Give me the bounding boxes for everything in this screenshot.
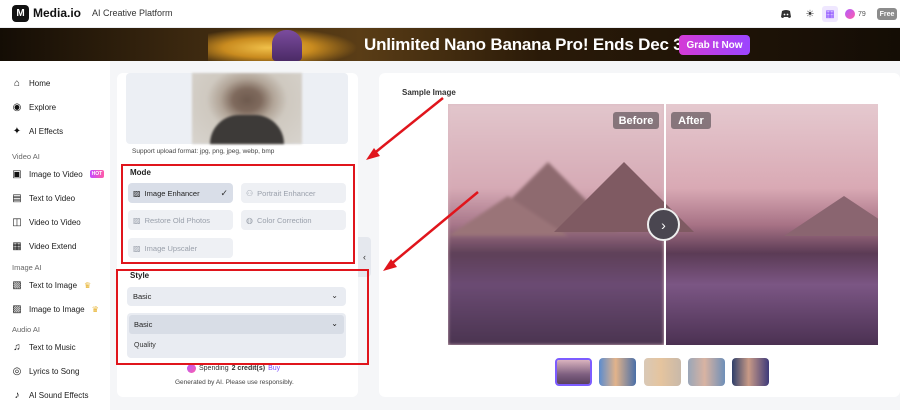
mountain-shape — [448, 196, 568, 236]
preview-panel: Sample Image Before After › — [379, 73, 900, 397]
banner-text: Unlimited Nano Banana Pro! Ends Dec 31. — [364, 35, 697, 54]
image-video-icon: ▣ — [12, 168, 22, 180]
sidebar-item-text-to-music[interactable]: ♫ Text to Music — [12, 339, 76, 355]
brand-name[interactable]: Media.io — [33, 6, 81, 20]
arrow-head-1 — [366, 148, 380, 160]
image-image-icon: ▨ — [12, 303, 22, 315]
text-image-icon: ▧ — [12, 279, 22, 291]
sidebar-item-ai-sound-effects[interactable]: ♪ AI Sound Effects — [12, 387, 89, 403]
sidebar-item-label: Text to Music — [29, 342, 76, 352]
thumbnail-image — [599, 358, 636, 386]
sidebar-item-explore[interactable]: ◉ Explore — [12, 99, 57, 115]
section-audio-ai: Audio AI — [12, 325, 40, 334]
section-video-ai: Video AI — [12, 152, 40, 161]
credits-value: 79 — [858, 10, 866, 18]
thumbnail-image — [688, 358, 725, 386]
top-bar: M Media.io AI Creative Platform ☀ ▦ 79 F… — [0, 0, 900, 28]
sound-icon: ♪ — [14, 389, 20, 401]
thumbnail-4[interactable] — [688, 358, 725, 386]
free-badge: Free — [877, 8, 897, 20]
credit-icon — [187, 364, 196, 373]
spending-prefix: Spending — [199, 365, 229, 372]
banner-character — [272, 30, 302, 61]
sun-icon[interactable]: ☀ — [802, 6, 818, 22]
sparkle-icon: ✦ — [12, 125, 22, 137]
thumbnail-3[interactable] — [644, 358, 681, 386]
sidebar-item-label: AI Sound Effects — [29, 390, 89, 400]
mountain-shape — [784, 196, 878, 236]
generated-note: Generated by AI. Please use responsibly. — [175, 379, 294, 386]
thumbnail-image — [644, 358, 681, 386]
chevron-left-icon: ‹ — [363, 252, 366, 262]
chevron-right-icon: › — [661, 216, 666, 233]
sidebar-item-label: Home — [29, 78, 51, 88]
hot-badge: HOT — [89, 170, 105, 178]
platform-label: AI Creative Platform — [92, 8, 173, 18]
thumbnail-1[interactable] — [555, 358, 592, 386]
sidebar-item-label: Video Extend — [29, 241, 77, 251]
before-label: Before — [613, 112, 659, 129]
lyrics-icon: ◎ — [12, 365, 22, 377]
sidebar-item-label: Lyrics to Song — [29, 366, 80, 376]
sample-image-title: Sample Image — [402, 88, 456, 97]
sidebar-item-video-extend[interactable]: ▦ Video Extend — [12, 238, 76, 254]
thumbnail-image — [732, 358, 769, 386]
sidebar-item-label: Image to Video — [29, 169, 83, 179]
sidebar-item-lyrics-to-song[interactable]: ◎ Lyrics to Song — [12, 363, 80, 379]
compare-slider-handle[interactable]: › — [647, 208, 680, 241]
style-highlight-box — [116, 269, 369, 365]
sidebar-item-video-to-video[interactable]: ◫ Video to Video — [12, 214, 81, 230]
section-image-ai: Image AI — [12, 263, 42, 272]
sidebar-item-image-to-image[interactable]: ▨ Image to Image ♛ — [12, 301, 99, 317]
thumbnail-image — [557, 360, 590, 384]
credits-counter[interactable]: 79 — [845, 5, 871, 23]
gift-icon[interactable]: ▦ — [822, 6, 838, 22]
video-video-icon: ◫ — [12, 216, 22, 228]
video-extend-icon: ▦ — [12, 240, 22, 252]
sidebar-item-label: Text to Video — [29, 193, 76, 203]
sidebar-item-ai-effects[interactable]: ✦ AI Effects — [12, 123, 63, 139]
sidebar-item-label: Video to Video — [29, 217, 81, 227]
upload-area[interactable] — [126, 73, 348, 144]
home-icon: ⌂ — [13, 77, 21, 89]
crown-icon: ♛ — [91, 304, 99, 314]
grab-it-now-button[interactable]: Grab It Now — [679, 35, 750, 55]
sidebar-item-text-to-video[interactable]: ▤ Text to Video — [12, 190, 75, 206]
sidebar-item-label: Image to Image — [29, 304, 85, 314]
promo-banner[interactable]: Unlimited Nano Banana Pro! Ends Dec 31. … — [0, 28, 900, 61]
thumbnail-2[interactable] — [599, 358, 636, 386]
text-video-icon: ▤ — [12, 192, 22, 204]
thumbnail-5[interactable] — [732, 358, 769, 386]
spending-amount: 2 credit(s) — [231, 365, 266, 372]
sidebar-item-text-to-image[interactable]: ▧ Text to Image ♛ — [12, 277, 91, 293]
music-icon: ♫ — [13, 341, 21, 353]
before-after-compare[interactable]: Before After › — [448, 104, 878, 345]
discord-icon[interactable] — [778, 6, 794, 22]
after-image — [554, 104, 878, 345]
sidebar-item-label: AI Effects — [29, 126, 64, 136]
sidebar-item-home[interactable]: ⌂ Home — [12, 75, 50, 91]
sidebar-item-label: Text to Image — [29, 280, 78, 290]
sidebar-item-label: Explore — [29, 102, 57, 112]
logo-icon[interactable]: M — [12, 5, 29, 22]
spending-info: Spending 2 credit(s) Buy — [187, 364, 280, 373]
credit-icon — [845, 9, 855, 19]
support-format-text: Support upload format: jpg, png, jpeg, w… — [132, 148, 275, 155]
mode-highlight-box — [121, 164, 355, 264]
sidebar-item-image-to-video[interactable]: ▣ Image to Video HOT — [12, 166, 105, 182]
after-label: After — [671, 112, 711, 129]
compass-icon: ◉ — [12, 101, 22, 113]
crown-icon: ♛ — [84, 280, 92, 290]
buy-link[interactable]: Buy — [268, 365, 280, 372]
sidebar: ⌂ Home ◉ Explore ✦ AI Effects Video AI ▣… — [0, 61, 110, 410]
